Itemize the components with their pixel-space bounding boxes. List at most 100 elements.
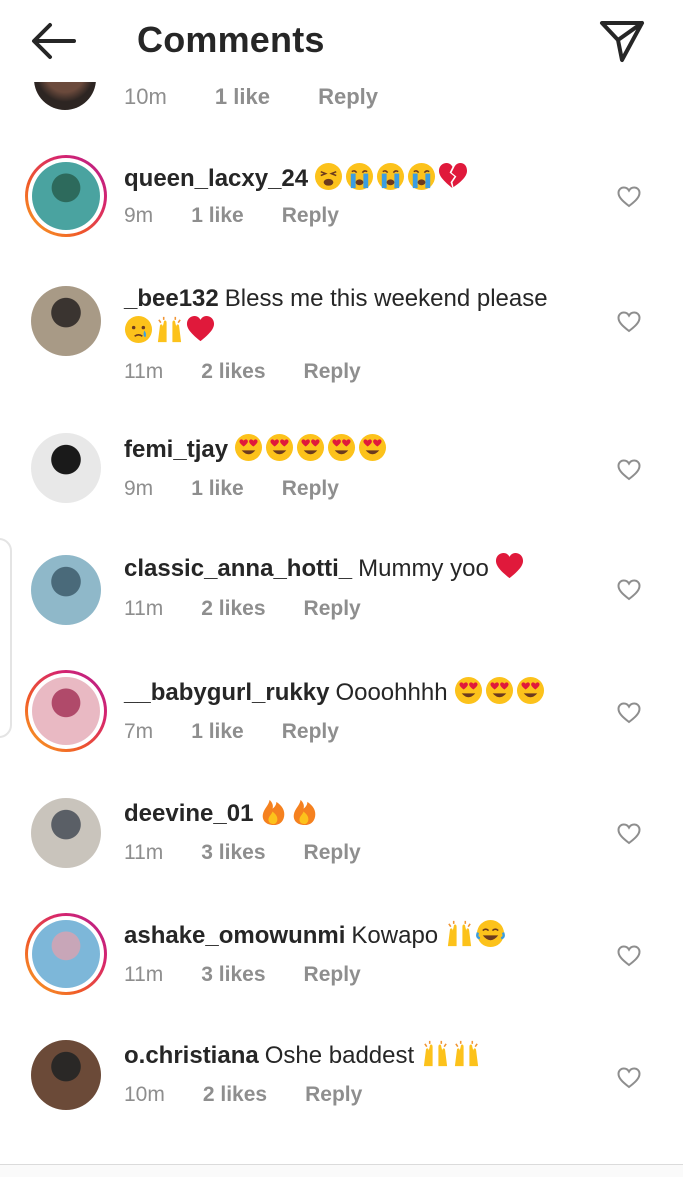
story-ring — [28, 673, 104, 749]
likes-button[interactable]: 2 likes — [201, 360, 265, 383]
comment-body: Oooohhhh — [335, 679, 455, 706]
avatar[interactable] — [31, 555, 101, 625]
heart-eyes-emoji-icon — [265, 433, 294, 462]
fire-emoji-icon — [290, 797, 319, 826]
reply-button[interactable]: Reply — [304, 360, 361, 383]
username-link[interactable]: queen_lacxy_24 — [124, 165, 308, 192]
avatar-photo — [31, 798, 101, 868]
raising-hands-emoji-icon — [452, 1039, 481, 1068]
heart-eyes-emoji-icon — [485, 676, 514, 705]
reply-button[interactable]: Reply — [282, 204, 339, 227]
tear-emoji-icon — [124, 315, 153, 344]
page-title: Comments — [137, 19, 325, 60]
reply-button[interactable]: Reply — [318, 84, 378, 109]
reply-button[interactable]: Reply — [282, 477, 339, 500]
avatar[interactable] — [25, 913, 107, 995]
comment-text: o.christiana Oshe baddest — [124, 1039, 594, 1072]
like-heart-icon[interactable] — [617, 945, 641, 967]
comment-meta: 11m 2 likes Reply — [124, 360, 361, 384]
likes-button[interactable]: 1 like — [215, 84, 270, 109]
reply-button[interactable]: Reply — [304, 963, 361, 986]
username-link[interactable]: o.christiana — [124, 1042, 259, 1069]
comment-text: deevine_01 — [124, 797, 594, 830]
comment-time: 11m — [124, 597, 164, 620]
avatar[interactable] — [25, 155, 107, 237]
username-link[interactable]: __babygurl_rukky — [124, 679, 329, 706]
comment-item: classic_anna_hotti_ Mummy yoo 11m 2 likes R… — [0, 552, 683, 672]
crying-emoji-icon — [376, 162, 405, 191]
username-link[interactable]: ashake_omowunmi — [124, 922, 345, 949]
paper-plane-icon — [600, 21, 644, 62]
reply-button[interactable]: Reply — [282, 720, 339, 743]
avatar[interactable] — [31, 798, 101, 868]
likes-button[interactable]: 1 like — [191, 720, 244, 743]
comment-time: 11m — [124, 841, 164, 864]
comment-text: femi_tjay — [124, 433, 594, 466]
comment-body: Kowapo — [351, 922, 445, 949]
like-heart-icon[interactable] — [617, 1067, 641, 1089]
fire-emoji-icon — [259, 797, 288, 826]
comment-meta: 10m 2 likes Reply — [124, 1083, 362, 1107]
heart-eyes-emoji-icon — [327, 433, 356, 462]
like-heart-icon[interactable] — [617, 311, 641, 333]
like-heart-icon[interactable] — [617, 579, 641, 601]
raising-hands-emoji-icon — [421, 1039, 450, 1068]
arrow-left-icon — [32, 23, 76, 59]
bottom-edge — [0, 1164, 683, 1177]
crying-emoji-icon — [345, 162, 374, 191]
comment-text: queen_lacxy_24 — [124, 162, 594, 195]
heart-eyes-emoji-icon — [234, 433, 263, 462]
comment-body: Bless me this weekend please — [224, 285, 548, 312]
red-heart-emoji-icon — [495, 552, 524, 581]
heart-eyes-emoji-icon — [358, 433, 387, 462]
comment-meta: 11m 2 likes Reply — [124, 597, 361, 621]
likes-button[interactable]: 1 like — [191, 204, 244, 227]
comment-text: classic_anna_hotti_ Mummy yoo — [124, 552, 594, 585]
comment-item: _bee132 Bless me this weekend please 11m 2 … — [0, 283, 683, 403]
comment-meta: 10m 1 like Reply — [124, 84, 420, 110]
username-link[interactable]: deevine_01 — [124, 800, 253, 827]
avatar-photo — [32, 920, 100, 988]
back-button[interactable] — [28, 20, 78, 62]
raising-hands-emoji-icon — [155, 315, 184, 344]
like-heart-icon[interactable] — [617, 459, 641, 481]
comment-meta: 11m 3 likes Reply — [124, 963, 361, 987]
avatar-photo — [31, 286, 101, 356]
likes-button[interactable]: 1 like — [191, 477, 244, 500]
comment-meta: 9m 1 like Reply — [124, 477, 339, 501]
story-ring — [28, 158, 104, 234]
reply-button[interactable]: Reply — [304, 841, 361, 864]
avatar-photo — [31, 433, 101, 503]
comment-item: femi_tjay 9m 1 like Reply — [0, 430, 683, 550]
avatar[interactable] — [31, 1040, 101, 1110]
username-link[interactable]: femi_tjay — [124, 436, 228, 463]
comment-time: 9m — [124, 204, 154, 227]
share-button[interactable] — [599, 18, 645, 64]
comment-time: 11m — [124, 963, 164, 986]
like-heart-icon[interactable] — [617, 823, 641, 845]
avatar-photo — [31, 1040, 101, 1110]
like-heart-icon[interactable] — [617, 186, 641, 208]
avatar[interactable] — [25, 670, 107, 752]
comment-meta: 11m 3 likes Reply — [124, 841, 361, 865]
likes-button[interactable]: 3 likes — [201, 841, 265, 864]
likes-button[interactable]: 2 likes — [201, 597, 265, 620]
comment-item: o.christiana Oshe baddest 10m 2 likes Reply — [0, 1037, 683, 1157]
comment-item: __babygurl_rukky Oooohhhh 7m 1 like Reply — [0, 670, 683, 793]
likes-button[interactable]: 2 likes — [203, 1083, 267, 1106]
comment-time: 10m — [124, 1083, 165, 1106]
likes-button[interactable]: 3 likes — [201, 963, 265, 986]
comment-text: __babygurl_rukky Oooohhhh — [124, 676, 594, 709]
avatar[interactable] — [31, 433, 101, 503]
avatar[interactable] — [31, 286, 101, 356]
heart-eyes-emoji-icon — [296, 433, 325, 462]
reply-button[interactable]: Reply — [304, 597, 361, 620]
comment-time: 11m — [124, 360, 164, 383]
heart-eyes-emoji-icon — [516, 676, 545, 705]
avatar-photo — [32, 162, 100, 230]
username-link[interactable]: _bee132 — [124, 285, 219, 312]
like-heart-icon[interactable] — [617, 702, 641, 724]
username-link[interactable]: classic_anna_hotti_ — [124, 555, 352, 582]
crying-emoji-icon — [407, 162, 436, 191]
reply-button[interactable]: Reply — [305, 1083, 362, 1106]
